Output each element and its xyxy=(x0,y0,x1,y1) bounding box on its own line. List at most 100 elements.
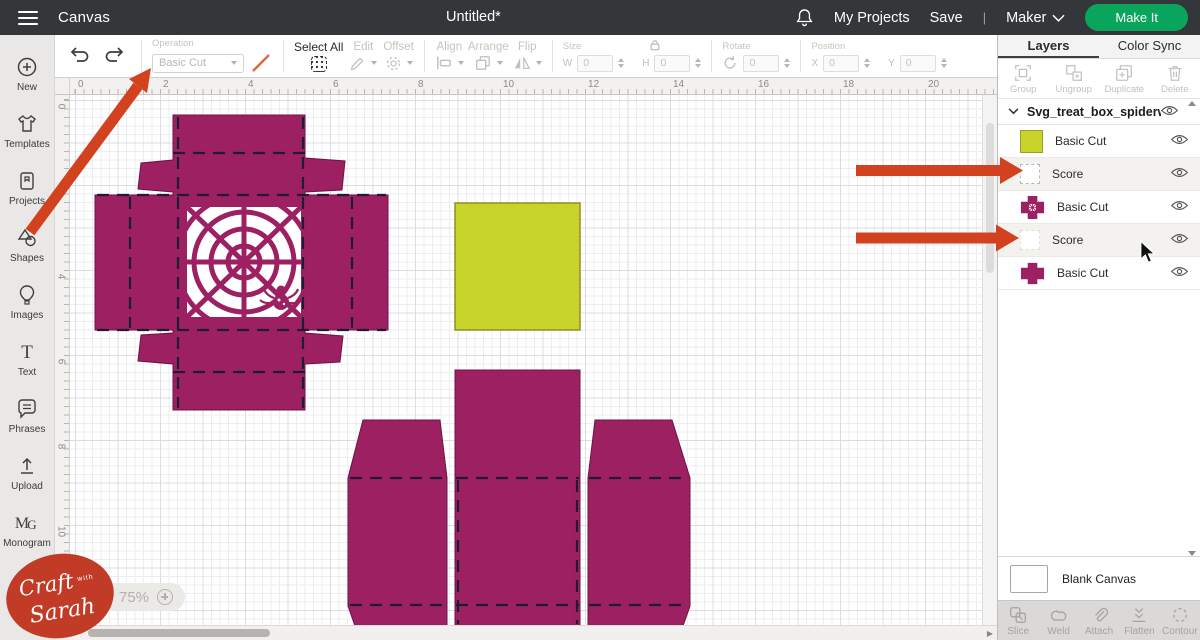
rotate-input[interactable]: 0 xyxy=(743,54,780,72)
make-it-button[interactable]: Make It xyxy=(1085,4,1188,31)
ungroup-icon xyxy=(1065,64,1082,81)
visibility-eye-icon[interactable] xyxy=(1170,165,1189,183)
weld-button[interactable]: Weld xyxy=(1038,601,1078,640)
rotate-label: Rotate xyxy=(722,40,751,52)
layer-row-basic-cut-solid[interactable]: Basic Cut xyxy=(998,257,1200,290)
visibility-eye-icon[interactable] xyxy=(1160,103,1179,121)
width-input[interactable]: 0 xyxy=(577,54,614,72)
sidebar-item-projects[interactable]: Projects xyxy=(0,159,55,216)
select-all-button[interactable]: Select All xyxy=(294,40,343,72)
rotate-group: Rotate 0 xyxy=(722,40,791,72)
treat-box-shape[interactable] xyxy=(347,369,691,625)
select-all-icon xyxy=(310,56,327,72)
align-menu-button[interactable]: Align xyxy=(435,41,464,71)
spiderweb-box-shape[interactable] xyxy=(94,114,389,411)
lock-icon[interactable] xyxy=(649,39,661,51)
pencil-icon xyxy=(351,56,364,70)
visibility-eye-icon[interactable] xyxy=(1170,198,1189,216)
layer-tools-bar: Slice Weld Attach Flatten Contour xyxy=(998,600,1200,640)
tab-layers[interactable]: Layers xyxy=(998,35,1099,58)
horizontal-scrollbar[interactable]: ◀ ▶ xyxy=(55,625,997,640)
sidebar-item-upload[interactable]: Upload xyxy=(0,444,55,501)
layer-row-score-1[interactable]: Score xyxy=(998,158,1200,191)
save-link[interactable]: Save xyxy=(930,10,963,26)
panel-scroll-up-icon[interactable] xyxy=(1188,101,1196,106)
x-stepper[interactable] xyxy=(864,58,871,68)
chevron-down-icon xyxy=(1052,14,1065,22)
flatten-button[interactable]: Flatten xyxy=(1119,601,1159,640)
rotate-stepper[interactable] xyxy=(784,58,791,68)
edit-menu-button[interactable]: Edit xyxy=(349,41,378,72)
blank-canvas-label: Blank Canvas xyxy=(1062,571,1137,586)
height-label: H xyxy=(642,57,650,69)
machine-selector[interactable]: Maker xyxy=(1006,10,1065,26)
y-input[interactable]: 0 xyxy=(899,54,936,72)
dropdown-caret-icon xyxy=(406,61,413,65)
sidebar-item-shapes[interactable]: Shapes xyxy=(0,216,55,273)
slice-button[interactable]: Slice xyxy=(998,601,1038,640)
operation-dropdown[interactable]: Basic Cut xyxy=(152,53,244,73)
zoom-in-icon[interactable] xyxy=(157,589,174,605)
width-label: W xyxy=(562,57,573,69)
arrange-menu-button[interactable]: Arrange xyxy=(468,41,509,71)
layer-row-basic-cut-yellow[interactable]: Basic Cut xyxy=(998,125,1200,158)
sidebar-item-templates[interactable]: Templates xyxy=(0,102,55,159)
bell-icon[interactable] xyxy=(795,8,814,27)
vertical-scrollbar[interactable] xyxy=(982,95,997,625)
page-title: Canvas xyxy=(58,9,111,26)
undo-button[interactable] xyxy=(63,44,97,69)
header-bar: Canvas Untitled* My Projects Save | Make… xyxy=(0,0,1200,35)
offset-menu-button[interactable]: Offset xyxy=(383,41,414,72)
layer-actions: Group Ungroup Duplicate Delete xyxy=(998,59,1200,99)
height-input[interactable]: 0 xyxy=(654,54,691,72)
layer-row-basic-cut-web[interactable]: Basic Cut xyxy=(998,191,1200,224)
spiderweb-cutout xyxy=(187,207,301,317)
size-label: Size xyxy=(562,40,582,52)
horizontal-ruler: 0 2 4 6 8 10 12 14 16 18 20 xyxy=(70,78,997,95)
attach-button[interactable]: Attach xyxy=(1079,601,1119,640)
yellow-square-shape[interactable] xyxy=(454,202,581,331)
ungroup-button[interactable]: Ungroup xyxy=(1049,59,1100,98)
paperclip-icon xyxy=(1095,607,1109,621)
delete-button[interactable]: Delete xyxy=(1150,59,1200,98)
visibility-eye-icon[interactable] xyxy=(1170,231,1189,249)
canvas-color-swatch[interactable] xyxy=(1010,564,1048,593)
visibility-eye-icon[interactable] xyxy=(1170,264,1189,282)
scroll-right-icon[interactable]: ▶ xyxy=(987,629,993,638)
my-projects-link[interactable]: My Projects xyxy=(834,10,910,26)
rotate-icon xyxy=(724,56,736,69)
shapes-icon xyxy=(17,228,36,246)
height-stepper[interactable] xyxy=(695,58,702,68)
visibility-eye-icon[interactable] xyxy=(1170,132,1189,150)
monogram-icon: M G xyxy=(15,515,37,532)
redo-button[interactable] xyxy=(97,44,131,69)
x-input[interactable]: 0 xyxy=(823,54,860,72)
hamburger-menu-icon[interactable] xyxy=(18,10,38,25)
layer-row-score-2[interactable]: Score xyxy=(998,224,1200,257)
layer-group-header[interactable]: Svg_treat_box_spiderwe... xyxy=(998,99,1200,125)
color-slash-icon[interactable] xyxy=(249,52,273,74)
sidebar-item-images[interactable]: Images xyxy=(0,273,55,330)
operation-group: Operation Basic Cut xyxy=(152,38,273,74)
dropdown-caret-icon xyxy=(535,61,542,65)
group-icon xyxy=(1015,64,1032,81)
sidebar-item-text[interactable]: T Text xyxy=(0,330,55,387)
undo-icon xyxy=(70,46,89,62)
group-button[interactable]: Group xyxy=(998,59,1049,98)
width-stepper[interactable] xyxy=(618,58,625,68)
cricut-design-space-window: Canvas Untitled* My Projects Save | Make… xyxy=(0,0,1200,640)
circle-plus-icon xyxy=(17,57,37,76)
flip-menu-button[interactable]: Flip xyxy=(513,41,542,71)
sidebar-item-new[interactable]: New xyxy=(0,45,55,102)
layer-thumbnail xyxy=(1020,230,1040,250)
y-stepper[interactable] xyxy=(940,58,947,68)
dropdown-caret-icon xyxy=(231,61,237,65)
document-title[interactable]: Untitled* xyxy=(446,0,501,35)
x-label: X xyxy=(811,57,819,69)
tab-color-sync[interactable]: Color Sync xyxy=(1099,35,1200,58)
offset-icon xyxy=(386,56,400,70)
duplicate-button[interactable]: Duplicate xyxy=(1099,59,1150,98)
sidebar-item-phrases[interactable]: Phrases xyxy=(0,387,55,444)
svg-text:T: T xyxy=(21,342,33,363)
contour-button[interactable]: Contour xyxy=(1160,601,1200,640)
